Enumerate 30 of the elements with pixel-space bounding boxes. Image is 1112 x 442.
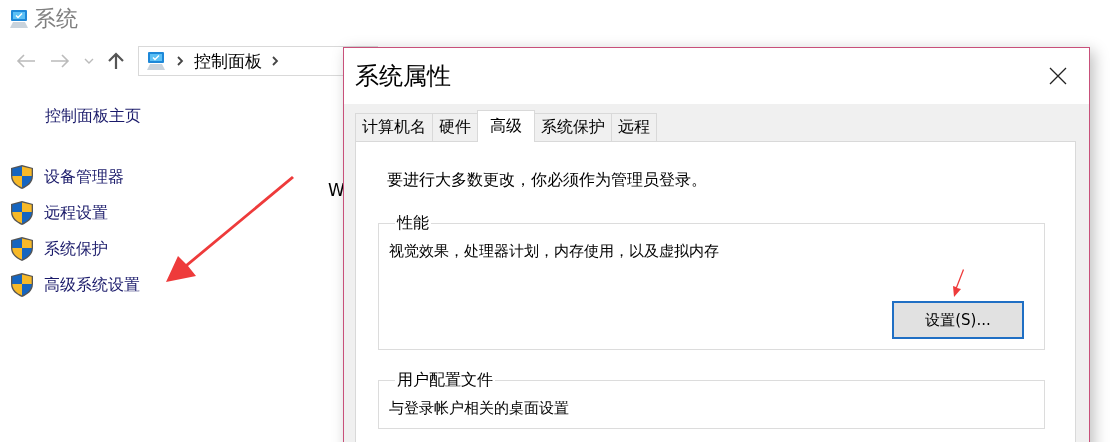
sidebar-link[interactable]: 设备管理器 — [44, 166, 124, 188]
sidebar-link[interactable]: 系统保护 — [44, 238, 108, 260]
shield-icon — [10, 272, 34, 298]
chevron-right-icon — [272, 56, 279, 66]
settings-button[interactable]: 设置(S)... — [892, 301, 1024, 339]
back-arrow-icon[interactable] — [16, 54, 36, 68]
chevron-right-icon — [177, 56, 184, 66]
content-text: W — [328, 180, 345, 202]
group-description: 视觉效果，处理器计划，内存使用，以及虚拟内存 — [389, 242, 720, 261]
dropdown-chevron-icon[interactable] — [84, 58, 94, 64]
shield-icon — [10, 236, 34, 262]
tab[interactable]: 高级 — [477, 110, 535, 142]
computer-icon — [145, 51, 167, 71]
sidebar-link[interactable]: 远程设置 — [44, 202, 108, 224]
forward-arrow-icon[interactable] — [50, 54, 70, 68]
computer-icon — [8, 9, 30, 29]
shield-icon — [10, 164, 34, 190]
up-arrow-icon[interactable] — [108, 52, 124, 70]
group-title: 用户配置文件 — [396, 370, 494, 391]
window-title: 系统 — [34, 5, 78, 33]
breadcrumb[interactable]: 控制面板 — [194, 49, 262, 73]
annotation-arrow — [950, 268, 966, 298]
notice-text: 要进行大多数更改，你必须作为管理员登录。 — [387, 170, 708, 191]
sidebar-link[interactable]: 控制面板主页 — [45, 106, 326, 127]
sidebar-link[interactable]: 高级系统设置 — [44, 274, 140, 296]
tab[interactable]: 计算机名 — [355, 113, 433, 141]
group-description: 与登录帐户相关的桌面设置 — [389, 399, 570, 418]
group-title: 性能 — [395, 213, 430, 234]
shield-icon — [10, 200, 34, 226]
tab[interactable]: 远程 — [611, 113, 657, 141]
